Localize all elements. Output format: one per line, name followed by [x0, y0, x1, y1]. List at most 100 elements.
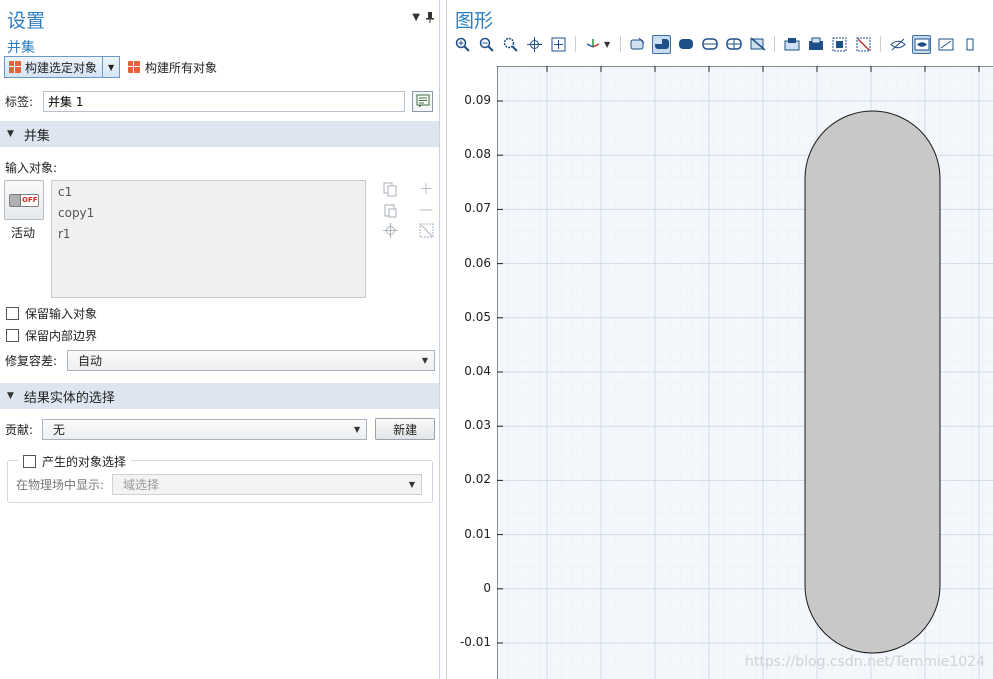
contribute-select[interactable]: 无 ▼	[41, 418, 368, 440]
show-in-physics-label: 在物理场中显示:	[16, 478, 105, 492]
scene-light-icon[interactable]	[936, 35, 955, 54]
collapse-triangle-icon: ▼	[7, 391, 14, 401]
chevron-down-icon[interactable]: ▼	[604, 40, 610, 49]
collapse-triangle-icon: ▼	[7, 129, 14, 139]
y-tick-label: 0.06	[464, 255, 491, 270]
build-selected-split-button[interactable]: 构建选定对象 ▼	[4, 56, 121, 78]
panel-menu-icon[interactable]: ▼	[412, 12, 420, 26]
build-icon[interactable]	[806, 35, 825, 54]
select-objects-icon[interactable]	[628, 35, 647, 54]
resulting-selection-title[interactable]: 产生的对象选择	[18, 453, 132, 470]
keep-interior-boundaries-label: 保留内部边界	[25, 328, 98, 343]
transparency-icon[interactable]	[748, 35, 767, 54]
repair-tolerance-label: 修复容差:	[5, 354, 58, 368]
repair-tolerance-value: 自动	[78, 354, 103, 368]
select-domains-icon[interactable]	[652, 34, 672, 54]
off-switch-icon: OFF	[9, 193, 39, 207]
repair-tolerance-select[interactable]: 自动 ▼	[67, 350, 435, 371]
y-tick-label: 0.05	[464, 309, 491, 324]
y-tick-label: -0.01	[459, 635, 491, 649]
axis-orientation-icon[interactable]	[583, 35, 602, 54]
active-toggle-button[interactable]: OFF	[4, 180, 44, 220]
paste-icon[interactable]	[382, 202, 398, 218]
settings-subtitle: 并集	[7, 40, 35, 56]
active-toggle-label: 活动	[11, 226, 36, 240]
zoom-out-icon[interactable]	[477, 35, 496, 54]
settings-panel: 设置 ▼ 并集 构建选定对象 ▼ 构建所有对象 标签: ▼ 并集	[0, 0, 440, 679]
hide-icon[interactable]	[888, 35, 907, 54]
keep-input-objects-checkbox[interactable]	[6, 306, 19, 320]
view-icon[interactable]	[912, 34, 932, 54]
contribute-label: 贡献:	[5, 422, 34, 437]
section-union-title: 并集	[23, 128, 50, 144]
contribute-value: 无	[52, 422, 65, 437]
section-union-header[interactable]: ▼ 并集	[0, 121, 439, 147]
label-row: 标签:	[5, 89, 435, 113]
keep-input-objects-label: 保留输入对象	[25, 306, 98, 321]
select-all-icon[interactable]	[830, 35, 849, 54]
clear-selection-icon[interactable]	[418, 222, 434, 238]
remove-icon[interactable]: —	[418, 202, 434, 218]
zoom-in-icon[interactable]	[453, 35, 472, 54]
y-tick-label: 0.08	[464, 147, 491, 162]
input-objects-list[interactable]: c1 copy1 r1	[51, 180, 366, 298]
zoom-selected-icon[interactable]	[525, 35, 544, 54]
keep-input-objects-checkbox-row[interactable]: 保留输入对象	[6, 304, 97, 322]
build-all-button[interactable]: 构建所有对象	[128, 59, 217, 76]
label-caption: 标签:	[5, 94, 34, 109]
zoom-to-selection-icon[interactable]	[382, 222, 398, 238]
build-selected-button[interactable]: 构建选定对象	[5, 57, 104, 77]
section-selection-header[interactable]: ▼ 结果实体的选择	[0, 383, 439, 409]
copy-icon[interactable]	[382, 181, 398, 197]
resulting-selection-checkbox[interactable]	[23, 455, 36, 468]
contribute-row: 贡献: 无 ▼ 新建	[5, 418, 435, 440]
graphics-title: 图形	[455, 10, 494, 32]
y-tick-label: 0.04	[464, 364, 491, 378]
section-selection-title: 结果实体的选择	[23, 390, 115, 406]
select-points-icon[interactable]	[724, 35, 743, 54]
keep-interior-boundaries-checkbox[interactable]	[6, 328, 19, 342]
settings-title: 设置	[7, 10, 46, 32]
zoom-extents-icon[interactable]	[549, 35, 568, 54]
zoom-box-icon[interactable]	[501, 35, 520, 54]
y-tick-label: 0	[483, 580, 491, 595]
y-tick-label: 0.01	[464, 526, 491, 541]
chevron-down-icon[interactable]: ▼	[103, 57, 119, 77]
graphics-toolbar: ▼	[453, 33, 984, 55]
toggle-state-text: OFF	[22, 196, 38, 204]
list-item[interactable]: copy1	[58, 206, 359, 227]
list-item[interactable]: c1	[58, 185, 359, 206]
show-in-physics-value: 域选择	[123, 478, 160, 492]
edit-note-icon[interactable]	[412, 90, 433, 112]
build-selected-label: 构建选定对象	[25, 60, 98, 75]
list-item[interactable]: r1	[58, 227, 359, 248]
show-in-physics-select: 域选择 ▼	[112, 474, 422, 495]
add-icon[interactable]: ＋	[418, 181, 434, 198]
build-toolbar: 构建选定对象 ▼ 构建所有对象	[4, 56, 217, 78]
keep-interior-boundaries-checkbox-row[interactable]: 保留内部边界	[6, 326, 97, 344]
graphics-panel: 图形 ▼ m	[446, 0, 993, 679]
build-all-icon	[128, 61, 141, 73]
build-all-label: 构建所有对象	[145, 60, 218, 75]
union-geometry-shape	[804, 110, 941, 654]
select-boundaries-icon[interactable]	[676, 35, 695, 54]
repair-tolerance-row: 修复容差: 自动 ▼	[5, 350, 435, 371]
y-tick-label: 0.09	[464, 93, 491, 107]
build-selected-icon	[9, 61, 21, 73]
pin-icon[interactable]	[426, 12, 434, 26]
more-tools-icon[interactable]	[960, 35, 979, 54]
select-edges-icon[interactable]	[700, 35, 719, 54]
resulting-selection-label: 产生的对象选择	[42, 455, 127, 469]
chevron-down-icon: ▼	[421, 356, 428, 365]
panel-controls: ▼	[412, 12, 434, 26]
geometry-plot[interactable]	[497, 66, 993, 679]
build-preview-icon[interactable]	[782, 35, 801, 54]
new-button[interactable]: 新建	[375, 418, 435, 440]
show-in-physics-row: 在物理场中显示: 域选择 ▼	[16, 474, 422, 495]
resulting-selection-group: 产生的对象选择 在物理场中显示: 域选择 ▼	[7, 453, 433, 503]
y-tick-label: 0.07	[464, 201, 491, 216]
y-tick-label: 0.03	[464, 418, 491, 433]
geometry-canvas[interactable]	[497, 66, 993, 679]
label-input[interactable]	[43, 90, 405, 112]
clear-selection-icon[interactable]	[854, 35, 873, 54]
